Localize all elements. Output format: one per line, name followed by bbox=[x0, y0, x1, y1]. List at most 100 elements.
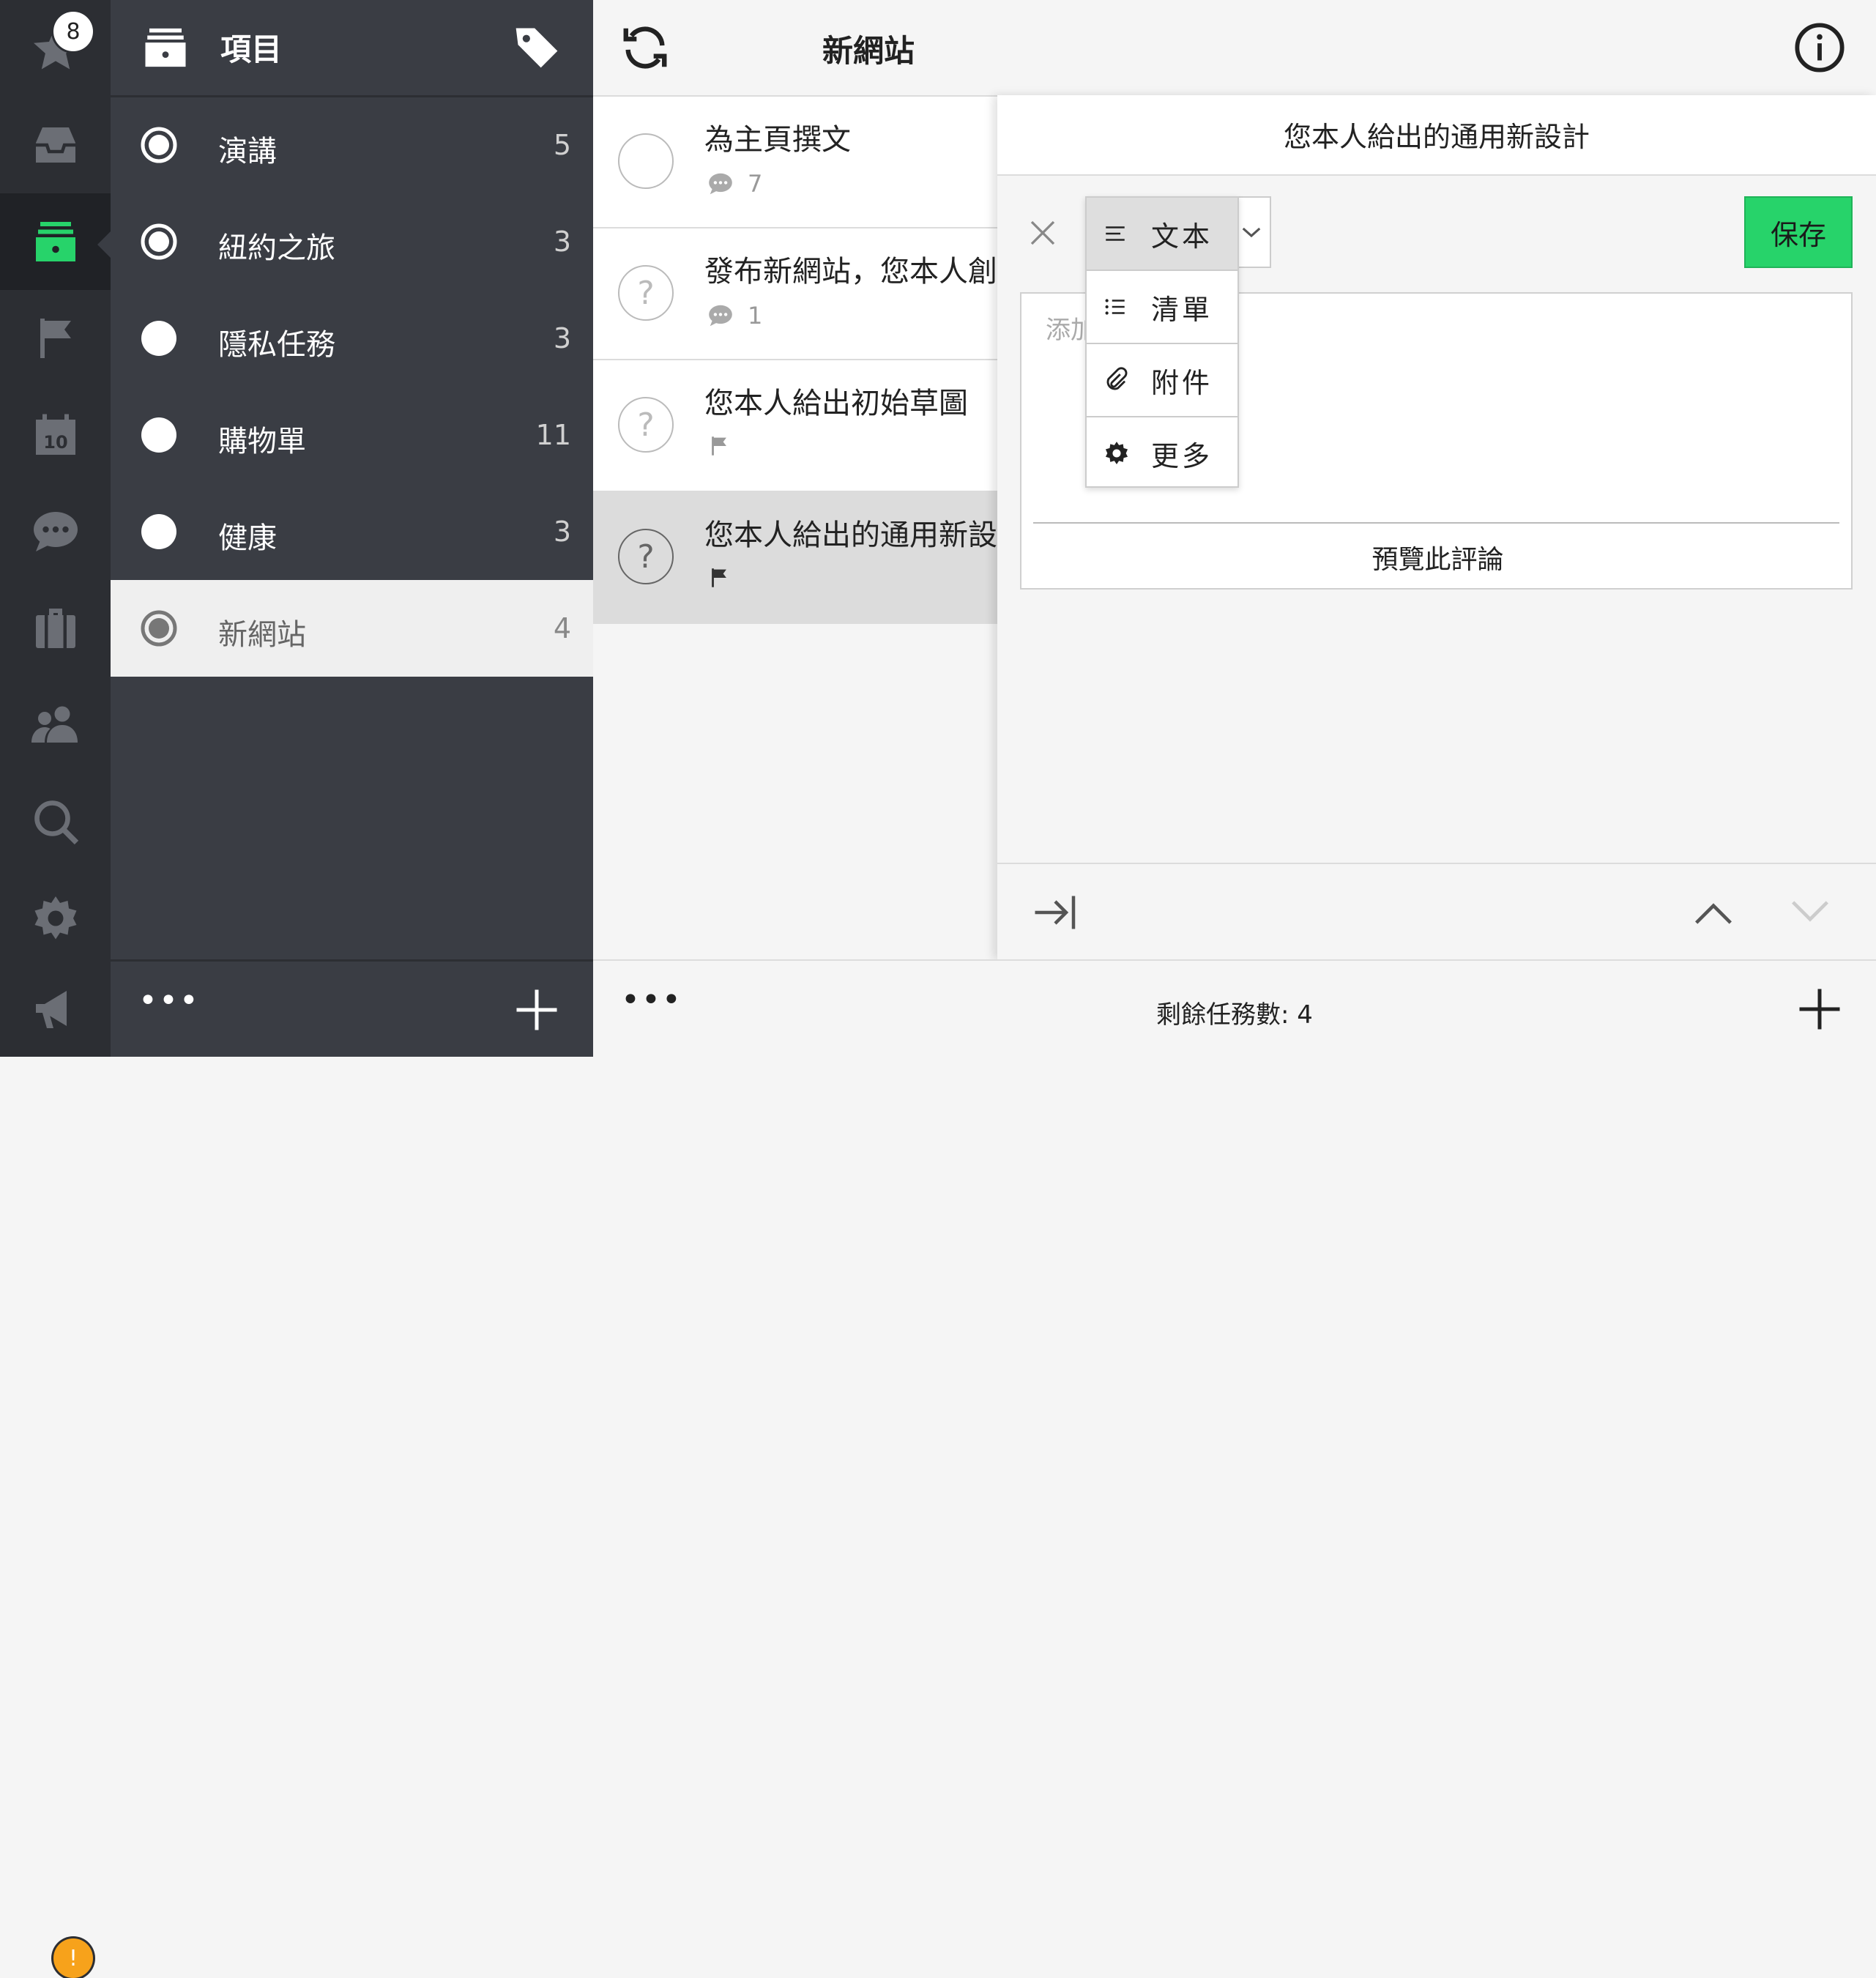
flag-icon bbox=[712, 436, 726, 456]
flag-icon bbox=[40, 319, 71, 358]
rail-flagged[interactable] bbox=[0, 290, 111, 387]
project-item[interactable]: 購物單 11 bbox=[111, 387, 593, 483]
comment-icon bbox=[709, 305, 732, 327]
menu-item-attachment[interactable]: 附件 bbox=[1087, 344, 1237, 417]
remaining-tasks: 剩餘任務數: 4 bbox=[1156, 1000, 1313, 1030]
rail-briefcase[interactable] bbox=[0, 580, 111, 677]
task-detail-panel: 您本人給出的通用新設計 添加評論 預覽此評論 文本 清單 附件 更多 保存 bbox=[997, 95, 1876, 959]
menu-item-more[interactable]: 更多 bbox=[1087, 417, 1237, 489]
task-meta bbox=[707, 434, 732, 458]
nav-rail: 8 1 10 ! bbox=[0, 0, 111, 1978]
people-icon bbox=[31, 706, 78, 743]
project-count: 3 bbox=[553, 226, 571, 258]
task-row[interactable]: ? 您本人給出初始草圖 bbox=[593, 360, 997, 492]
project-item-selected[interactable]: 新網站 4 bbox=[111, 580, 593, 677]
megaphone-icon bbox=[35, 991, 67, 1028]
task-row-selected[interactable]: ? 您本人給出的通用新設計 bbox=[593, 492, 997, 624]
comment-count: 7 bbox=[748, 170, 763, 198]
gear-icon bbox=[1105, 442, 1128, 465]
project-item[interactable]: 紐約之旅 3 bbox=[111, 193, 593, 290]
project-name: 購物單 bbox=[218, 425, 306, 458]
chevron-up-icon[interactable] bbox=[1693, 896, 1734, 929]
task-meta bbox=[707, 565, 732, 590]
announcement-badge: ! bbox=[53, 1938, 93, 1978]
task-title: 發布新網站，您本人創建的 bbox=[704, 255, 997, 289]
inbox-icon bbox=[35, 127, 75, 163]
menu-item-label: 附件 bbox=[1151, 366, 1213, 399]
project-count: 5 bbox=[553, 129, 571, 161]
tag-icon[interactable] bbox=[512, 22, 562, 72]
menu-item-label: 文本 bbox=[1151, 220, 1213, 253]
preview-divider bbox=[1033, 522, 1839, 524]
projects-icon bbox=[145, 28, 186, 67]
projects-title: 項目 bbox=[220, 31, 283, 67]
task-row[interactable]: ? 發布新網站，您本人創建的 1 bbox=[593, 228, 997, 360]
project-ring-icon bbox=[141, 610, 177, 647]
text-lines-icon bbox=[1106, 226, 1125, 241]
project-name: 紐約之旅 bbox=[218, 231, 335, 265]
task-row[interactable]: 為主頁撰文 7 bbox=[593, 97, 997, 228]
projects-icon bbox=[35, 222, 75, 261]
project-item[interactable]: 隱私任務 3 bbox=[111, 290, 593, 387]
project-name: 健康 bbox=[218, 521, 277, 555]
save-button[interactable]: 保存 bbox=[1744, 196, 1853, 268]
task-title: 為主頁撰文 bbox=[704, 123, 851, 157]
collapse-panel-icon[interactable] bbox=[1031, 891, 1079, 934]
close-icon[interactable] bbox=[1028, 218, 1057, 248]
menu-item-list[interactable]: 清單 bbox=[1087, 271, 1237, 344]
rail-calendar[interactable]: 10 bbox=[0, 387, 111, 483]
detail-footer bbox=[997, 863, 1876, 961]
task-title: 您本人給出的通用新設計 bbox=[704, 518, 997, 552]
task-checkbox[interactable] bbox=[618, 133, 674, 189]
rail-announcements[interactable]: ! bbox=[0, 960, 111, 1978]
project-dot-icon bbox=[141, 514, 176, 549]
chevron-down-icon bbox=[1242, 227, 1261, 238]
task-checkbox[interactable]: ? bbox=[618, 397, 674, 453]
active-pointer bbox=[97, 231, 111, 258]
paperclip-icon bbox=[1106, 367, 1128, 390]
chevron-down-icon[interactable] bbox=[1790, 896, 1831, 929]
project-ring-icon bbox=[141, 127, 177, 163]
project-dot-icon bbox=[141, 417, 176, 453]
more-button[interactable]: ••• bbox=[138, 982, 200, 1019]
rail-inbox[interactable]: 1 bbox=[0, 97, 111, 245]
project-count: 3 bbox=[553, 322, 571, 354]
search-icon bbox=[34, 800, 78, 845]
projects-panel: 項目 演講 5 紐約之旅 3 隱私任務 3 購物單 11 健康 3 新網站 4 … bbox=[111, 0, 593, 1057]
rail-projects[interactable] bbox=[0, 193, 111, 290]
task-list: 為主頁撰文 7 ? 發布新網站，您本人創建的 1 ? 您本人給出初始草圖 ? 您… bbox=[593, 97, 997, 959]
calendar-icon: 10 bbox=[35, 414, 75, 455]
task-meta: 1 bbox=[707, 302, 762, 330]
detail-title: 您本人給出的通用新設計 bbox=[1283, 121, 1590, 153]
page-title: 新網站 bbox=[822, 33, 915, 69]
rail-search[interactable] bbox=[0, 773, 111, 870]
project-count: 4 bbox=[553, 612, 571, 644]
project-dot-icon bbox=[141, 321, 176, 356]
rail-people[interactable] bbox=[0, 677, 111, 773]
task-meta: 7 bbox=[707, 170, 762, 198]
menu-item-text[interactable]: 文本 bbox=[1087, 198, 1237, 271]
rail-settings[interactable] bbox=[0, 870, 111, 967]
project-name: 隱私任務 bbox=[218, 328, 335, 362]
menu-item-label: 清單 bbox=[1151, 293, 1213, 326]
preview-comment-link[interactable]: 預覽此評論 bbox=[1021, 538, 1854, 576]
projects-header: 項目 bbox=[111, 0, 593, 97]
menu-item-label: 更多 bbox=[1151, 439, 1213, 472]
project-item[interactable]: 健康 3 bbox=[111, 483, 593, 580]
rail-comments[interactable] bbox=[0, 483, 111, 580]
project-count: 3 bbox=[553, 516, 571, 548]
comment-count: 1 bbox=[748, 302, 763, 330]
calendar-day: 10 bbox=[43, 432, 67, 453]
project-item[interactable]: 演講 5 bbox=[111, 97, 593, 193]
list-icon bbox=[1105, 299, 1125, 315]
add-project-icon[interactable] bbox=[515, 988, 559, 1032]
info-icon[interactable] bbox=[1794, 22, 1845, 73]
projects-footer: ••• bbox=[111, 959, 593, 1059]
rail-favorites[interactable]: 8 bbox=[0, 0, 111, 97]
task-checkbox[interactable]: ? bbox=[618, 265, 674, 321]
task-checkbox[interactable]: ? bbox=[618, 529, 674, 584]
flag-icon bbox=[712, 568, 726, 587]
chat-icon bbox=[33, 512, 78, 551]
detail-header: 您本人給出的通用新設計 bbox=[997, 95, 1876, 176]
project-count: 11 bbox=[535, 419, 571, 451]
